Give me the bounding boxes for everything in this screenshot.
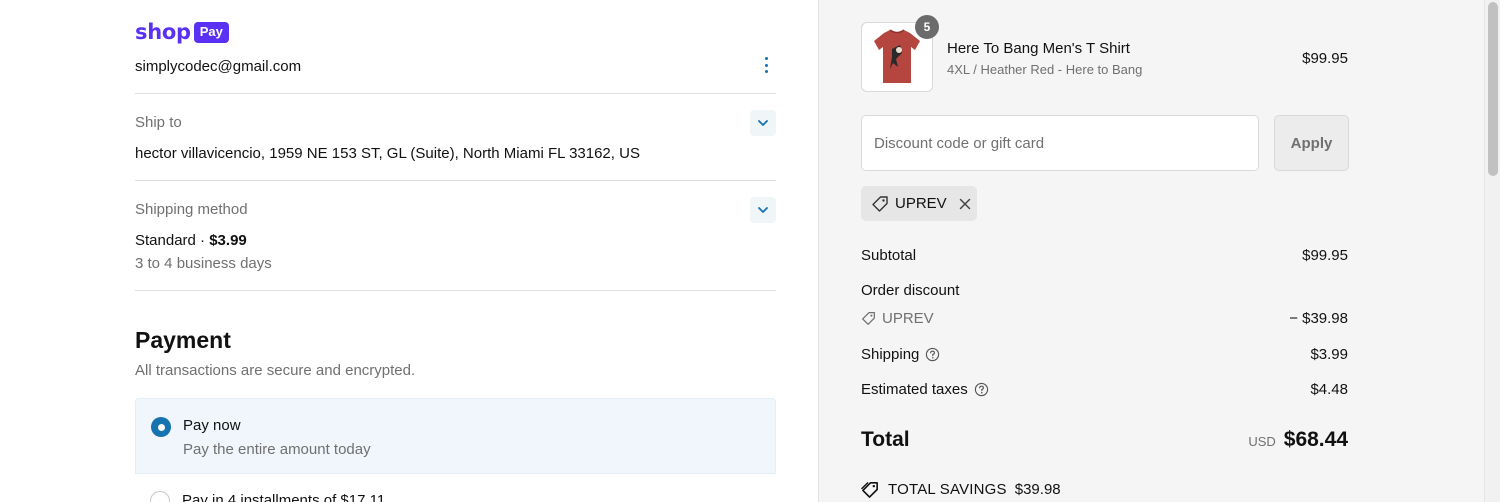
ship-to-label: Ship to — [135, 114, 182, 131]
shipping-method-expand-button[interactable] — [750, 197, 776, 223]
ship-to-expand-button[interactable] — [750, 110, 776, 136]
estimated-taxes-label: Estimated taxes — [861, 381, 989, 398]
product-variant: 4XL / Heather Red - Here to Bang — [947, 62, 1143, 77]
total-label: Total — [861, 428, 910, 451]
divider — [135, 290, 776, 291]
pay-now-radio[interactable] — [151, 417, 171, 437]
total-savings-label: TOTAL SAVINGS — [888, 481, 1007, 498]
order-discount-label-text: Order discount — [861, 282, 960, 299]
scrollbar-thumb[interactable] — [1488, 2, 1498, 176]
product-name: Here To Bang Men's T Shirt — [947, 40, 1130, 57]
order-summary: 5 Here To Bang Men's T Shirt 4XL / Heath… — [818, 0, 1484, 502]
shop-pay-badge: Pay — [193, 21, 229, 43]
payment-option-installments[interactable]: Pay in 4 installments of $17.11 — [135, 474, 776, 502]
shipping-method-eta: 3 to 4 business days — [135, 255, 272, 272]
shop-pay-logo: shop Pay — [135, 20, 229, 44]
order-discount-value: − $39.98 — [1289, 310, 1348, 327]
remove-discount-button[interactable] — [959, 198, 971, 210]
shipping-method-name: Standard · — [135, 232, 210, 249]
applied-discount-tag: UPREV — [861, 186, 977, 221]
order-discount-label: Order discount — [861, 282, 959, 299]
total-savings: TOTAL SAVINGS $39.98 — [861, 480, 1061, 499]
estimated-taxes-label-text: Estimated taxes — [861, 381, 968, 398]
shipping-method-label: Shipping method — [135, 201, 248, 218]
product-price: $99.95 — [1302, 50, 1348, 67]
divider — [135, 180, 776, 181]
help-icon[interactable] — [925, 347, 940, 362]
estimated-taxes-value: $4.48 — [1310, 381, 1348, 398]
subtotal-value: $99.95 — [1302, 247, 1348, 264]
help-icon[interactable] — [974, 382, 989, 397]
close-icon — [959, 198, 970, 209]
subtotal-label-text: Subtotal — [861, 247, 917, 264]
checkout-main: shop Pay simplycodec@gmail.com Ship to h… — [0, 0, 818, 502]
pay-now-title: Pay now — [183, 417, 241, 434]
order-discount-code-text: UPREV — [882, 310, 934, 327]
payment-option-pay-now[interactable]: Pay now Pay the entire amount today — [135, 398, 776, 474]
applied-discount-code: UPREV — [895, 195, 947, 212]
ship-to-address: hector villavicencio, 1959 NE 153 ST, GL… — [135, 145, 640, 162]
quantity-badge: 5 — [915, 15, 939, 39]
page-scrollbar[interactable] — [1484, 0, 1500, 502]
order-discount-code: UPREV — [861, 310, 934, 327]
pay-now-description: Pay the entire amount today — [183, 441, 371, 458]
total-amount: $68.44 — [1283, 428, 1348, 451]
subtotal-label: Subtotal — [861, 247, 916, 264]
shop-pay-wordmark: shop — [135, 20, 191, 44]
installments-radio[interactable] — [150, 491, 170, 502]
account-menu-icon[interactable] — [762, 55, 770, 75]
installments-title: Pay in 4 installments of $17.11 — [182, 492, 386, 502]
discount-code-input[interactable] — [861, 115, 1259, 171]
contact-email: simplycodec@gmail.com — [135, 58, 302, 75]
shipping-label: Shipping — [861, 346, 940, 363]
tag-icon — [861, 482, 878, 498]
shipping-method-price: $3.99 — [209, 232, 247, 249]
apply-discount-button[interactable]: Apply — [1274, 115, 1349, 171]
payment-subtitle: All transactions are secure and encrypte… — [135, 362, 416, 379]
payment-title: Payment — [135, 327, 231, 353]
divider — [135, 93, 776, 94]
shipping-method-value: Standard · $3.99 — [135, 232, 247, 249]
shipping-value: $3.99 — [1310, 346, 1348, 363]
chevron-down-icon — [758, 120, 768, 126]
tag-icon — [872, 195, 888, 212]
total-currency: USD — [1248, 434, 1276, 449]
tag-icon — [862, 312, 875, 325]
total-savings-value: $39.98 — [1014, 481, 1061, 498]
total-value: USD $68.44 — [1248, 428, 1348, 452]
chevron-down-icon — [758, 207, 768, 213]
shipping-label-text: Shipping — [861, 346, 920, 363]
